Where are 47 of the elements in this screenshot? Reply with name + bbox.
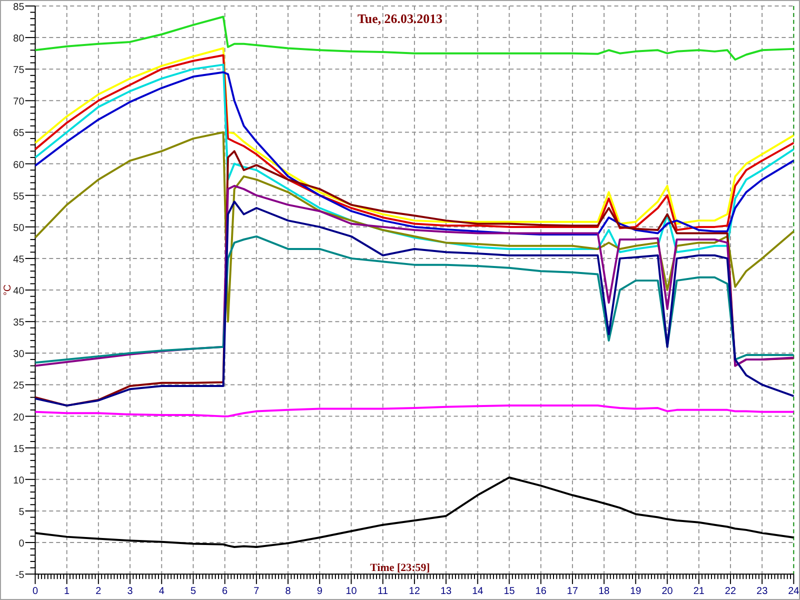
axis-tick-label: 40 [13,286,24,298]
axis-tick-label: 20 [662,586,673,598]
axis-tick-label: 2 [96,586,102,598]
axis-tick-label: 25 [13,380,24,392]
axis-tick-label: 65 [13,128,24,140]
axis-tick-label: 9 [316,586,322,598]
axis-tick-label: 7 [254,586,260,598]
axis-title: °C [2,284,14,296]
axis-tick-label: 35 [13,318,24,329]
axis-tick-label: 15 [504,586,515,598]
axis-tick-label: 12 [408,586,420,598]
chart-title: Tue, 26.03.2013 [357,10,443,26]
axis-tick-label: 5 [18,506,24,518]
axis-tick-label: 19 [630,586,642,598]
axis-tick-label: 1 [64,586,70,598]
axis-tick-label: 22 [724,586,736,598]
axis-tick-label: 11 [378,586,388,598]
axis-tick-label: 21 [693,586,704,598]
axis-tick-label: 75 [13,65,24,76]
axis-tick-label: -5 [15,570,24,582]
axis-tick-label: 13 [440,586,452,598]
axis-tick-label: 50 [13,222,24,234]
axis-tick-label: 10 [13,475,24,486]
axis-tick-label: 10 [346,586,357,598]
axis-tick-label: 23 [756,586,768,598]
axis-tick-label: 70 [13,96,24,108]
axis-tick-label: 55 [13,191,24,202]
axis-tick-label: 85 [13,2,24,13]
axis-tick-label: 60 [13,160,24,171]
axis-tick-label: 30 [13,349,24,360]
axis-tick-label: 24 [788,586,799,598]
axis-tick-label: 4 [158,586,164,598]
axis-tick-label: 45 [13,254,24,266]
axis-tick-label: 0 [32,586,38,598]
axis-title: Time [23:59] [370,562,430,574]
axis-tick-label: 80 [13,34,24,45]
axis-tick-label: 17 [566,586,578,598]
axis-tick-label: 14 [472,586,484,598]
axis-tick-label: 5 [190,586,196,598]
axis-tick-label: 3 [127,586,133,598]
axis-tick-label: 6 [222,586,228,598]
axis-tick-label: 0 [18,538,24,550]
axis-tick-label: 15 [13,444,24,455]
axis-tick-label: 16 [535,586,546,598]
axis-tick-label: 18 [598,586,610,598]
axis-tick-label: 8 [285,586,291,598]
axis-tick-label: 20 [13,412,24,424]
